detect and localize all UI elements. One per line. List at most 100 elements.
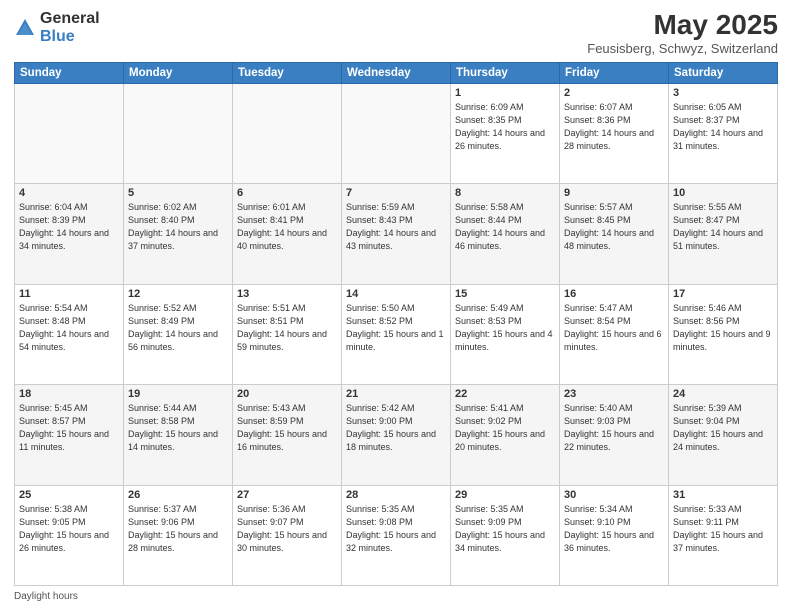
col-tuesday: Tuesday xyxy=(233,62,342,83)
day-info: Sunrise: 5:45 AM Sunset: 8:57 PM Dayligh… xyxy=(19,402,119,454)
day-info: Sunrise: 5:52 AM Sunset: 8:49 PM Dayligh… xyxy=(128,302,228,354)
col-monday: Monday xyxy=(124,62,233,83)
day-info: Sunrise: 5:34 AM Sunset: 9:10 PM Dayligh… xyxy=(564,503,664,555)
calendar-cell: 4 Sunrise: 6:04 AM Sunset: 8:39 PM Daylig… xyxy=(15,184,124,284)
day-info: Sunrise: 5:47 AM Sunset: 8:54 PM Dayligh… xyxy=(564,302,664,354)
day-info: Sunrise: 5:55 AM Sunset: 8:47 PM Dayligh… xyxy=(673,201,773,253)
col-thursday: Thursday xyxy=(451,62,560,83)
calendar-cell: 11 Sunrise: 5:54 AM Sunset: 8:48 PM Dayli… xyxy=(15,284,124,384)
logo: General Blue xyxy=(14,10,100,45)
calendar-cell: 1Sunrise: 6:09 AM Sunset: 8:35 PM Daylig… xyxy=(451,83,560,183)
day-info: Sunrise: 5:35 AM Sunset: 9:09 PM Dayligh… xyxy=(455,503,555,555)
calendar-week-5: 25 Sunrise: 5:38 AM Sunset: 9:05 PM Dayli… xyxy=(15,485,778,585)
calendar-cell: 23Sunrise: 5:40 AM Sunset: 9:03 PM Dayli… xyxy=(560,385,669,485)
calendar-cell: 24Sunrise: 5:39 AM Sunset: 9:04 PM Dayli… xyxy=(669,385,778,485)
day-info: Sunrise: 5:42 AM Sunset: 9:00 PM Dayligh… xyxy=(346,402,446,454)
calendar-cell: 15 Sunrise: 5:49 AM Sunset: 8:53 PM Dayli… xyxy=(451,284,560,384)
day-number: 5 xyxy=(128,187,228,199)
calendar-cell xyxy=(15,83,124,183)
calendar-week-4: 18 Sunrise: 5:45 AM Sunset: 8:57 PM Dayli… xyxy=(15,385,778,485)
day-number: 31 xyxy=(673,489,773,501)
calendar-week-1: 1Sunrise: 6:09 AM Sunset: 8:35 PM Daylig… xyxy=(15,83,778,183)
calendar-cell: 14Sunrise: 5:50 AM Sunset: 8:52 PM Dayli… xyxy=(342,284,451,384)
calendar-cell: 19 Sunrise: 5:44 AM Sunset: 8:58 PM Dayli… xyxy=(124,385,233,485)
calendar-cell: 7 Sunrise: 5:59 AM Sunset: 8:43 PM Daylig… xyxy=(342,184,451,284)
title-section: May 2025 Feusisberg, Schwyz, Switzerland xyxy=(587,10,778,56)
col-wednesday: Wednesday xyxy=(342,62,451,83)
page: General Blue May 2025 Feusisberg, Schwyz… xyxy=(0,0,792,612)
calendar-cell: 13Sunrise: 5:51 AM Sunset: 8:51 PM Dayli… xyxy=(233,284,342,384)
main-title: May 2025 xyxy=(587,10,778,41)
day-number: 22 xyxy=(455,388,555,400)
calendar-cell: 9Sunrise: 5:57 AM Sunset: 8:45 PM Daylig… xyxy=(560,184,669,284)
day-number: 11 xyxy=(19,288,119,300)
calendar-cell xyxy=(124,83,233,183)
calendar-cell: 3 Sunrise: 6:05 AM Sunset: 8:37 PM Daylig… xyxy=(669,83,778,183)
day-number: 3 xyxy=(673,87,773,99)
calendar: Sunday Monday Tuesday Wednesday Thursday… xyxy=(14,62,778,586)
day-number: 21 xyxy=(346,388,446,400)
calendar-cell: 29 Sunrise: 5:35 AM Sunset: 9:09 PM Dayli… xyxy=(451,485,560,585)
calendar-cell: 18 Sunrise: 5:45 AM Sunset: 8:57 PM Dayli… xyxy=(15,385,124,485)
day-number: 16 xyxy=(564,288,664,300)
col-saturday: Saturday xyxy=(669,62,778,83)
calendar-cell xyxy=(233,83,342,183)
calendar-cell: 2Sunrise: 6:07 AM Sunset: 8:36 PM Daylig… xyxy=(560,83,669,183)
calendar-week-2: 4 Sunrise: 6:04 AM Sunset: 8:39 PM Daylig… xyxy=(15,184,778,284)
day-info: Sunrise: 5:46 AM Sunset: 8:56 PM Dayligh… xyxy=(673,302,773,354)
day-number: 8 xyxy=(455,187,555,199)
calendar-cell: 25 Sunrise: 5:38 AM Sunset: 9:05 PM Dayli… xyxy=(15,485,124,585)
calendar-cell: 8 Sunrise: 5:58 AM Sunset: 8:44 PM Daylig… xyxy=(451,184,560,284)
calendar-cell: 20Sunrise: 5:43 AM Sunset: 8:59 PM Dayli… xyxy=(233,385,342,485)
day-info: Sunrise: 5:58 AM Sunset: 8:44 PM Dayligh… xyxy=(455,201,555,253)
day-number: 14 xyxy=(346,288,446,300)
day-info: Sunrise: 5:38 AM Sunset: 9:05 PM Dayligh… xyxy=(19,503,119,555)
day-number: 17 xyxy=(673,288,773,300)
calendar-cell xyxy=(342,83,451,183)
logo-text: General Blue xyxy=(40,10,100,45)
day-info: Sunrise: 5:54 AM Sunset: 8:48 PM Dayligh… xyxy=(19,302,119,354)
day-info: Sunrise: 5:36 AM Sunset: 9:07 PM Dayligh… xyxy=(237,503,337,555)
day-info: Sunrise: 5:59 AM Sunset: 8:43 PM Dayligh… xyxy=(346,201,446,253)
day-number: 18 xyxy=(19,388,119,400)
day-number: 25 xyxy=(19,489,119,501)
day-number: 12 xyxy=(128,288,228,300)
calendar-cell: 21 Sunrise: 5:42 AM Sunset: 9:00 PM Dayli… xyxy=(342,385,451,485)
calendar-cell: 22 Sunrise: 5:41 AM Sunset: 9:02 PM Dayli… xyxy=(451,385,560,485)
day-info: Sunrise: 5:51 AM Sunset: 8:51 PM Dayligh… xyxy=(237,302,337,354)
day-info: Sunrise: 5:43 AM Sunset: 8:59 PM Dayligh… xyxy=(237,402,337,454)
calendar-header-row: Sunday Monday Tuesday Wednesday Thursday… xyxy=(15,62,778,83)
day-info: Sunrise: 6:05 AM Sunset: 8:37 PM Dayligh… xyxy=(673,101,773,153)
day-number: 7 xyxy=(346,187,446,199)
day-info: Sunrise: 5:40 AM Sunset: 9:03 PM Dayligh… xyxy=(564,402,664,454)
day-number: 24 xyxy=(673,388,773,400)
logo-general: General xyxy=(40,10,100,28)
day-info: Sunrise: 6:04 AM Sunset: 8:39 PM Dayligh… xyxy=(19,201,119,253)
day-info: Sunrise: 5:49 AM Sunset: 8:53 PM Dayligh… xyxy=(455,302,555,354)
day-number: 30 xyxy=(564,489,664,501)
calendar-cell: 12 Sunrise: 5:52 AM Sunset: 8:49 PM Dayli… xyxy=(124,284,233,384)
day-info: Sunrise: 5:41 AM Sunset: 9:02 PM Dayligh… xyxy=(455,402,555,454)
day-info: Sunrise: 5:33 AM Sunset: 9:11 PM Dayligh… xyxy=(673,503,773,555)
col-friday: Friday xyxy=(560,62,669,83)
calendar-week-3: 11 Sunrise: 5:54 AM Sunset: 8:48 PM Dayli… xyxy=(15,284,778,384)
footer: Daylight hours xyxy=(14,591,778,602)
day-number: 1 xyxy=(455,87,555,99)
day-info: Sunrise: 5:44 AM Sunset: 8:58 PM Dayligh… xyxy=(128,402,228,454)
day-number: 10 xyxy=(673,187,773,199)
day-number: 15 xyxy=(455,288,555,300)
day-info: Sunrise: 5:37 AM Sunset: 9:06 PM Dayligh… xyxy=(128,503,228,555)
day-number: 19 xyxy=(128,388,228,400)
day-number: 6 xyxy=(237,187,337,199)
calendar-cell: 6Sunrise: 6:01 AM Sunset: 8:41 PM Daylig… xyxy=(233,184,342,284)
calendar-cell: 28Sunrise: 5:35 AM Sunset: 9:08 PM Dayli… xyxy=(342,485,451,585)
day-number: 29 xyxy=(455,489,555,501)
day-number: 27 xyxy=(237,489,337,501)
day-number: 4 xyxy=(19,187,119,199)
logo-icon xyxy=(14,17,36,39)
calendar-cell: 31 Sunrise: 5:33 AM Sunset: 9:11 PM Dayli… xyxy=(669,485,778,585)
calendar-cell: 26Sunrise: 5:37 AM Sunset: 9:06 PM Dayli… xyxy=(124,485,233,585)
calendar-cell: 16 Sunrise: 5:47 AM Sunset: 8:54 PM Dayli… xyxy=(560,284,669,384)
day-number: 9 xyxy=(564,187,664,199)
calendar-cell: 27 Sunrise: 5:36 AM Sunset: 9:07 PM Dayli… xyxy=(233,485,342,585)
